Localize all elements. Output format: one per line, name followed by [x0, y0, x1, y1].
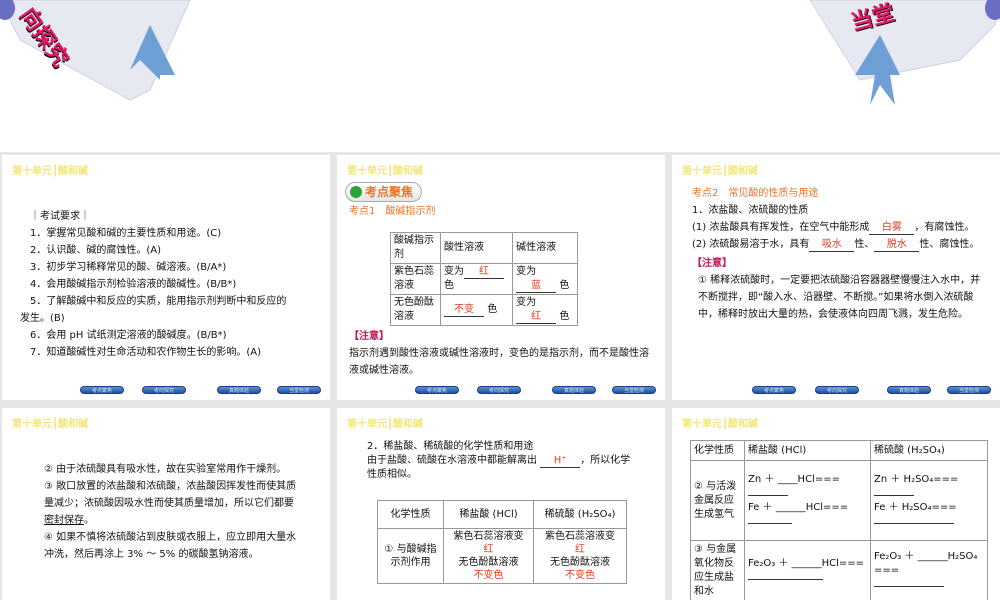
- answer-red: 红: [483, 544, 494, 555]
- requirements-list: 1．掌握常见酸和碱的主要性质和用途。(C) 2．认识酸、碱的腐蚀性。(A) 3．…: [20, 225, 320, 361]
- slide-indicators[interactable]: 第十单元┃酸和碱 考点聚焦 考点1 酸碱指示剂 酸碱指示剂 酸性溶液 碱性溶液 紫色…: [337, 155, 665, 400]
- list-item: 2．认识酸、碱的腐蚀性。(A): [30, 245, 162, 256]
- answer-no-change: 不变色: [473, 570, 504, 581]
- nav-button[interactable]: 当堂检测: [277, 386, 321, 394]
- section-heading: 考点1 酸碱指示剂: [349, 206, 436, 217]
- nav-button[interactable]: 真题体验: [887, 386, 931, 394]
- table-header: 稀盐酸 (HCl): [744, 440, 871, 461]
- list-item: 6．会用 pH 试纸测定溶液的酸碱度。(B/B*): [30, 330, 227, 341]
- slide-header: 第十单元┃酸和碱: [682, 419, 759, 430]
- subheading: 1．浓盐酸、浓硫酸的性质: [692, 205, 809, 216]
- cell: 不变 色: [439, 294, 514, 326]
- slide-header: 第十单元┃酸和碱: [347, 166, 424, 177]
- requirements-title: ｜考试要求｜: [30, 211, 90, 222]
- cell: 变为蓝 色: [512, 263, 578, 295]
- list-item: 7．知道酸碱性对生命活动和农作物生长的影响。(A): [30, 347, 262, 358]
- note-item: ③ 敞口放置的浓盐酸和浓硫酸，浓盐酸因挥发性而使其质量减少；浓硫酸因吸水性而使其…: [44, 481, 297, 526]
- slide-nav: 考点聚焦 考向探究 真题体验 当堂检测: [672, 386, 1000, 396]
- note-text: ① 稀释浓硫酸时，一定要把浓硫酸沿容器器壁慢慢注入水中，并不断搅拌，即“酸入水、…: [698, 275, 981, 320]
- focus-badge: 考点聚焦: [345, 182, 423, 202]
- table-header: 酸性溶液: [439, 232, 514, 264]
- table-row: ③ 与金属氧化物反应生成盐和水 Fe₂O₃ ＋ ______HCl=== Fe₂…: [690, 540, 988, 600]
- indicator-table: 酸碱指示剂 酸性溶液 碱性溶液 紫色石蕊溶液 变为红色 变为蓝 色 无色酚酞溶液 不…: [390, 232, 578, 326]
- note-item: ④ 如果不慎将浓硫酸沾到皮肤或衣服上，应立即用大量水冲洗，然后再涂上 3% ～ …: [44, 532, 297, 560]
- list-item: 发生。(B): [20, 313, 65, 324]
- slide-exam-requirements[interactable]: 第十单元┃酸和碱 ｜考试要求｜ 1．掌握常见酸和碱的主要性质和用途。(C) 2．…: [2, 155, 330, 400]
- table-row: ① 与酸碱指示剂作用 紫色石蕊溶液变红无色酚酞溶液 不变色 紫色石蕊溶液变红无色酚…: [377, 528, 627, 584]
- slide-common-acids[interactable]: 第十单元┃酸和碱 考点2 常见酸的性质与用途 1．浓盐酸、浓硫酸的性质 (1) …: [672, 155, 1000, 400]
- table-row: 无色酚酞溶液 不变 色 变为红 色: [390, 294, 578, 326]
- nav-button[interactable]: 当堂检测: [612, 386, 656, 394]
- list-item: 5．了解酸碱中和反应的实质，能用指示剂判断中和反应的: [30, 296, 287, 307]
- cell: 无色酚酞溶液: [390, 294, 441, 326]
- list-item: 1．掌握常见酸和碱的主要性质和用途。(C): [30, 228, 222, 239]
- cell: Zn ＋ ____HCl=== Fe ＋ ______HCl===: [744, 460, 871, 541]
- nav-button[interactable]: 考向探究: [142, 386, 186, 394]
- table-header: 稀盐酸 (HCl): [443, 500, 534, 529]
- section-heading: 考点2 常见酸的性质与用途: [692, 188, 819, 199]
- green-dot-icon: [350, 186, 362, 198]
- nav-button[interactable]: 考向探究: [477, 386, 521, 394]
- property-1: (1) 浓盐酸具有挥发性，在空气中能形成 白雾 ，有腐蚀性。: [692, 222, 975, 235]
- nav-button[interactable]: 考点聚焦: [415, 386, 459, 394]
- right-banner-graphic: [809, 0, 1000, 105]
- intro-text: 2．稀盐酸、稀硫酸的化学性质和用途 由于盐酸、硫酸在水溶液中都能解离出 H⁺ ，所…: [367, 440, 637, 482]
- cell: Fe₂O₃ ＋ ______H₂SO₄ ===: [870, 540, 988, 600]
- table-header: 稀硫酸 (H₂SO₄): [870, 440, 988, 461]
- slide-reactions-table[interactable]: 第十单元┃酸和碱 化学性质 稀盐酸 (HCl) 稀硫酸 (H₂SO₄) ② 与活泼金…: [672, 408, 1000, 600]
- answer-red: 红: [575, 544, 585, 555]
- property-2: (2) 浓硫酸易溶于水，具有 吸水 性、 脱水 性、腐蚀性。: [692, 239, 980, 252]
- note-item: ② 由于浓硫酸具有吸水性，故在实验室常用作干燥剂。: [44, 464, 287, 475]
- notes-body: ② 由于浓硫酸具有吸水性，故在实验室常用作干燥剂。 ③ 敞口放置的浓盐酸和浓硫酸…: [44, 461, 299, 563]
- slide-dilute-acids[interactable]: 第十单元┃酸和碱 2．稀盐酸、稀硫酸的化学性质和用途 由于盐酸、硫酸在水溶液中都…: [337, 408, 665, 600]
- list-item: 4．会用酸碱指示剂检验溶液的酸碱性。(B/B*): [30, 279, 237, 290]
- banner: 向探究 当堂: [0, 0, 1000, 152]
- note-title: 【注意】: [692, 258, 732, 269]
- cell: Fe₂O₃ ＋ ______HCl===: [744, 540, 871, 600]
- acid-properties-table: 化学性质 稀盐酸 (HCl) 稀硫酸 (H₂SO₄) ① 与酸碱指示剂作用 紫色石蕊…: [377, 500, 627, 584]
- subheading: 2．稀盐酸、稀硫酸的化学性质和用途: [367, 441, 534, 452]
- cell: 紫色石蕊溶液: [390, 263, 441, 295]
- cell: 紫色石蕊溶液变红无色酚酞溶液 不变色: [443, 528, 534, 584]
- cell: 变为红色: [439, 263, 514, 295]
- table-header: 稀硫酸 (H₂SO₄): [533, 500, 627, 529]
- badge-label: 考点聚焦: [365, 184, 414, 199]
- table-header: 化学性质: [377, 500, 444, 529]
- list-item: 3．初步学习稀释常见的酸、碱溶液。(B/A*): [30, 262, 227, 273]
- table-row: 紫色石蕊溶液 变为红色 变为蓝 色: [390, 263, 578, 295]
- cell: ③ 与金属氧化物反应生成盐和水: [690, 540, 745, 600]
- nav-button[interactable]: 考点聚焦: [80, 386, 124, 394]
- reactions-table: 化学性质 稀盐酸 (HCl) 稀硫酸 (H₂SO₄) ② 与活泼金属反应生成氢气 Z…: [690, 440, 988, 600]
- table-header: 碱性溶液: [512, 232, 578, 264]
- note-title: 【注意】: [349, 331, 389, 342]
- answer-no-change: 不变色: [565, 570, 595, 581]
- slide-header: 第十单元┃酸和碱: [347, 419, 424, 430]
- cell: Zn ＋ H₂SO₄=== Fe ＋ H₂SO₄===: [870, 460, 988, 541]
- slide-header: 第十单元┃酸和碱: [682, 166, 759, 177]
- nav-button[interactable]: 真题体验: [552, 386, 596, 394]
- slide-header: 第十单元┃酸和碱: [12, 166, 89, 177]
- slide-nav: 考点聚焦 考向探究 真题体验 当堂检测: [337, 386, 665, 396]
- table-row: ② 与活泼金属反应生成氢气 Zn ＋ ____HCl=== Fe ＋ ______…: [690, 460, 988, 541]
- cell: ① 与酸碱指示剂作用: [377, 528, 444, 584]
- cell: 紫色石蕊溶液变红无色酚酞溶液 不变色: [533, 528, 627, 584]
- slide-nav: 考点聚焦 考向探究 真题体验 当堂检测: [2, 386, 330, 396]
- table-header: 化学性质: [690, 440, 745, 461]
- nav-button[interactable]: 考点聚焦: [752, 386, 796, 394]
- cell: ② 与活泼金属反应生成氢气: [690, 460, 745, 541]
- nav-button[interactable]: 当堂检测: [947, 386, 991, 394]
- cell: 变为红 色: [512, 294, 578, 326]
- nav-button[interactable]: 真题体验: [217, 386, 261, 394]
- slide-sulfuric-notes[interactable]: 第十单元┃酸和碱 ② 由于浓硫酸具有吸水性，故在实验室常用作干燥剂。 ③ 敞口放…: [2, 408, 330, 600]
- section-body: 1．浓盐酸、浓硫酸的性质 (1) 浓盐酸具有挥发性，在空气中能形成 白雾 ，有腐蚀性…: [692, 202, 987, 323]
- nav-button[interactable]: 考向探究: [815, 386, 859, 394]
- note-text: 指示剂遇到酸性溶液或碱性溶液时，变色的是指示剂，而不是酸性溶液或碱性溶液。: [349, 348, 649, 376]
- slide-header: 第十单元┃酸和碱: [12, 419, 89, 430]
- table-header: 酸碱指示剂: [390, 232, 441, 264]
